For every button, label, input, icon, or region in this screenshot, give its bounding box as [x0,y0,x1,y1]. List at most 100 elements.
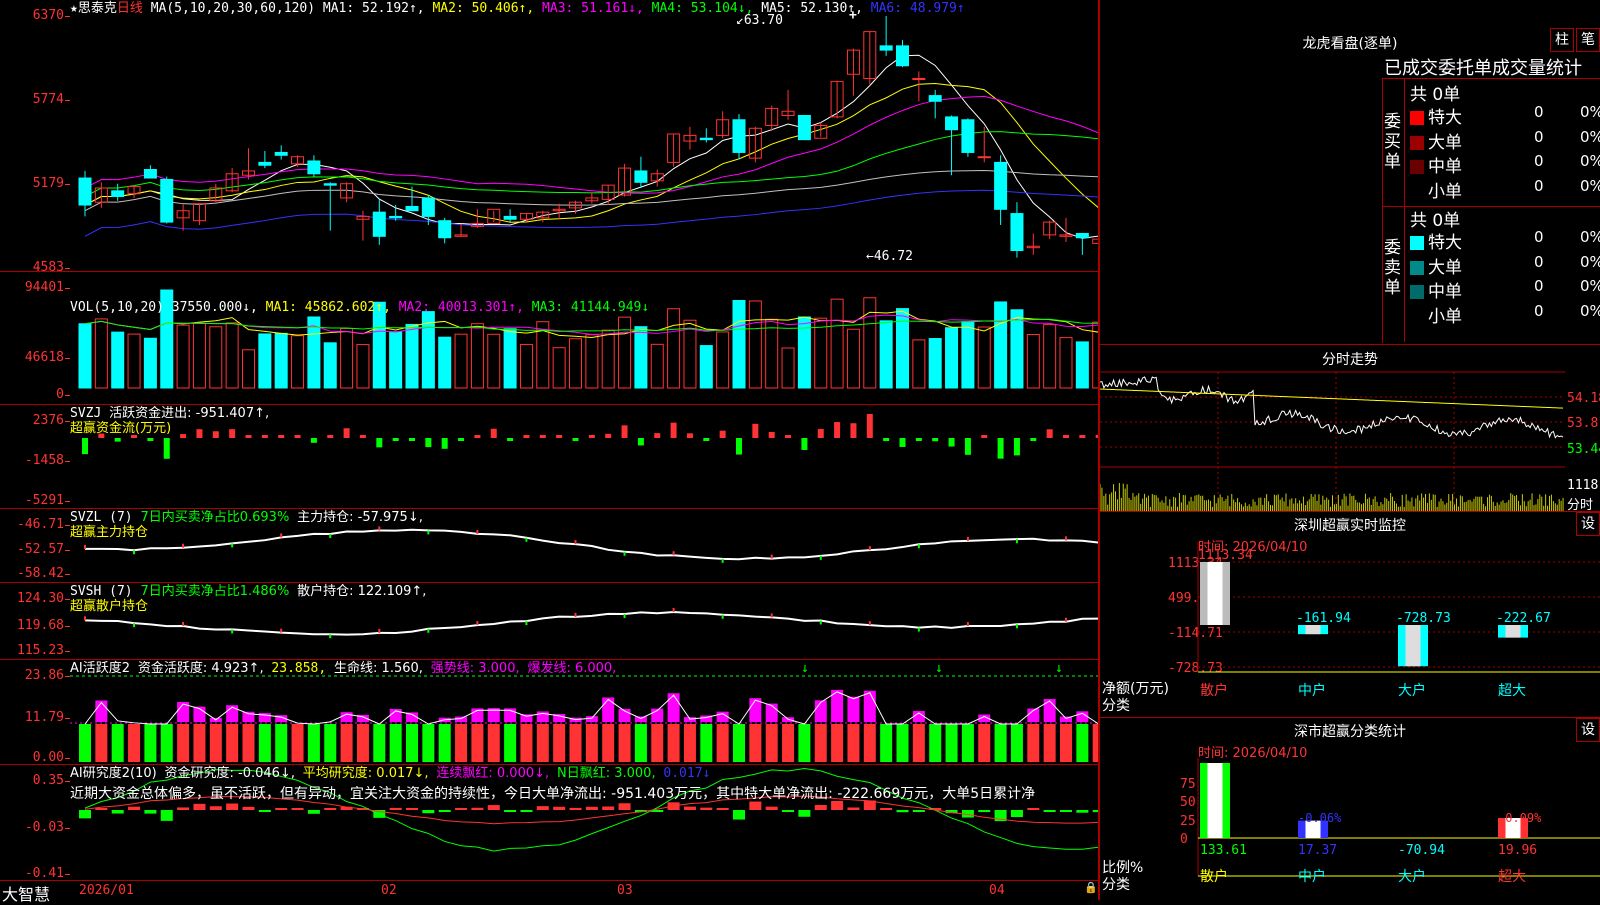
ai-research-chart[interactable] [0,765,1098,879]
svzj-panel[interactable]: SVZJ 活跃资金进出: -951.407↑, 超赢资金流(万元) 2376 -… [0,405,1098,509]
ai-research-bar [716,808,729,810]
ai-activity-base-bar [275,724,288,762]
ai-activity-header: AI活跃度2 资金活跃度: 4.923↑, 23.858, 生命线: 1.560… [70,661,617,676]
buy-side-label: 委买单 [1384,112,1401,172]
intraday-panel[interactable]: 分时走势 54.18 53.81 53.44 1118 分时 [1100,345,1600,513]
svzj-bar [654,433,661,438]
svzj-bar [327,435,334,438]
monitor-y-label: -114.71 [1168,626,1223,641]
ai-research-bar [1027,808,1040,810]
order-row: 大单 0 0% [1410,127,1600,153]
order-color-icon [1410,111,1424,125]
ai-activity-panel[interactable]: ↓ ↓ ↓ AI活跃度2 资金活跃度: 4.923↑, 23.858, 生命线: 1… [0,660,1098,765]
svzj-bar [82,438,88,455]
order-color-icon [1410,160,1424,174]
svzl-header: SVZL (7) 7日内买卖净占比0.693% 主力持仓: -57.975↓, [70,510,423,525]
ai-activity-base-bar [945,724,958,762]
ma3-value: MA3: 51.161↓, [542,1,644,16]
order-label: 中单 [1428,282,1462,302]
ai-activity-base-bar [798,724,811,762]
ai-research-bar [291,808,304,810]
ai-research-header: AI研究度2(10) 资金研究度: -0.046↓, 平均研究度: 0.017↓… [70,766,711,781]
svzj-y-label: 2376 [2,413,70,428]
volume-bar [1026,334,1040,389]
svzj-bar [703,438,710,441]
svzj-bar [964,438,971,455]
order-color-icon [1410,135,1424,150]
monitor-bar-value: -728.73 [1396,611,1451,626]
MA3-line [84,95,1098,194]
svzj-bar [343,428,350,438]
lhb-side-col [1404,78,1405,342]
ai-research-bar [602,806,615,810]
monitor-bar-value: 1113.34 [1198,548,1253,563]
column-mode-button[interactable]: 柱 [1550,28,1574,52]
ai-activity-base-bar [1076,724,1089,762]
order-row: 特大 0 0% [1410,103,1600,128]
ai-activity-base-bar [128,724,141,762]
tick-mode-button[interactable]: 笔 [1576,28,1600,52]
volume-bar [274,332,288,389]
period-label[interactable]: 日线 [117,1,143,16]
order-label: 小单 [1428,306,1462,327]
classify-cat-label: 分类 [1102,877,1130,893]
volume-bar [569,338,582,389]
monitor-category-label: 超大 [1498,683,1526,699]
order-pct: 0% [1580,228,1600,246]
monitor-category-label: 散户 [1200,682,1228,699]
classify-y-label: 0 [1180,832,1188,847]
lock-icon[interactable]: 🔒 [1084,881,1098,894]
intraday-vol-unit: 分时 [1567,498,1594,513]
candle-body [389,215,403,219]
kline-panel[interactable]: ★思泰克日线 MA(5,10,20,30,60,120) MA1: 52.192… [0,0,1098,275]
svsh-panel[interactable]: SVSH (7) 7日内买卖净占比1.486% 散户持仓: 122.109↑, … [0,583,1098,660]
svzj-bar [866,414,873,438]
ai-activity-base-bar [487,724,500,762]
ai-research-bar [749,801,762,810]
classify-bar-value: 133.61 [1200,843,1247,858]
order-pct: 0% [1580,127,1600,146]
svzj-bar [637,438,644,446]
intraday-chart[interactable] [1100,345,1565,511]
volume-panel[interactable]: VOL(5,10,20) 37550.000↓, MA1: 45862.602↑… [0,272,1098,405]
order-label: 特大 [1428,233,1462,253]
order-value: 0 [1534,301,1544,320]
star-icon[interactable]: ★ [70,1,78,16]
svzl-y-label: -58.42 [2,566,70,581]
ai-research-bar [1043,810,1056,812]
ai-research-panel[interactable]: AI研究度2(10) 资金研究度: -0.046↓, 平均研究度: 0.017↓… [0,765,1098,881]
order-pct: 0% [1580,252,1600,271]
ai-activity-base-bar [520,724,533,762]
ai-activity-base-bar [406,724,418,762]
svsh-header: SVSH (7) 7日内买卖净占比1.486% 散户持仓: 122.109↑, [70,584,427,599]
ai-activity-base-bar [242,724,255,762]
ai-activity-base-bar [880,724,893,762]
svzj-bar [278,435,285,438]
stock-name[interactable]: 思泰克 [78,1,117,16]
monitor-bar-shade [1207,562,1223,625]
intraday-price-label: 53.44 [1567,442,1600,457]
volume-bar [748,300,762,389]
candle-body [945,116,959,131]
ai-research-bar [438,810,451,812]
ai-activity-base-bar [1060,724,1072,762]
ai-activity-base-bar [651,724,664,762]
svzj-bar [310,438,317,443]
volume-bar [225,322,239,389]
candle-body [634,170,648,183]
order-value: 0 [1534,252,1544,271]
volume-bar [977,326,991,389]
ai-activity-base-bar [994,724,1007,762]
volume-bar [585,334,599,389]
kline-chart[interactable] [0,0,1098,271]
svzl-panel[interactable]: SVZL (7) 7日内买卖净占比0.693% 主力持仓: -57.975↓, … [0,509,1098,583]
volume-chart[interactable] [0,272,1098,404]
ai-activity-base-bar [340,724,353,762]
ai-activity-base-bar [438,724,451,762]
ai-research-bar [422,810,435,814]
ai-research-bar [79,810,91,819]
x-label: 02 [381,883,397,898]
volume-bar [242,349,255,389]
ai-activity-base-bar [1010,724,1023,762]
ai-research-bar [880,808,893,810]
